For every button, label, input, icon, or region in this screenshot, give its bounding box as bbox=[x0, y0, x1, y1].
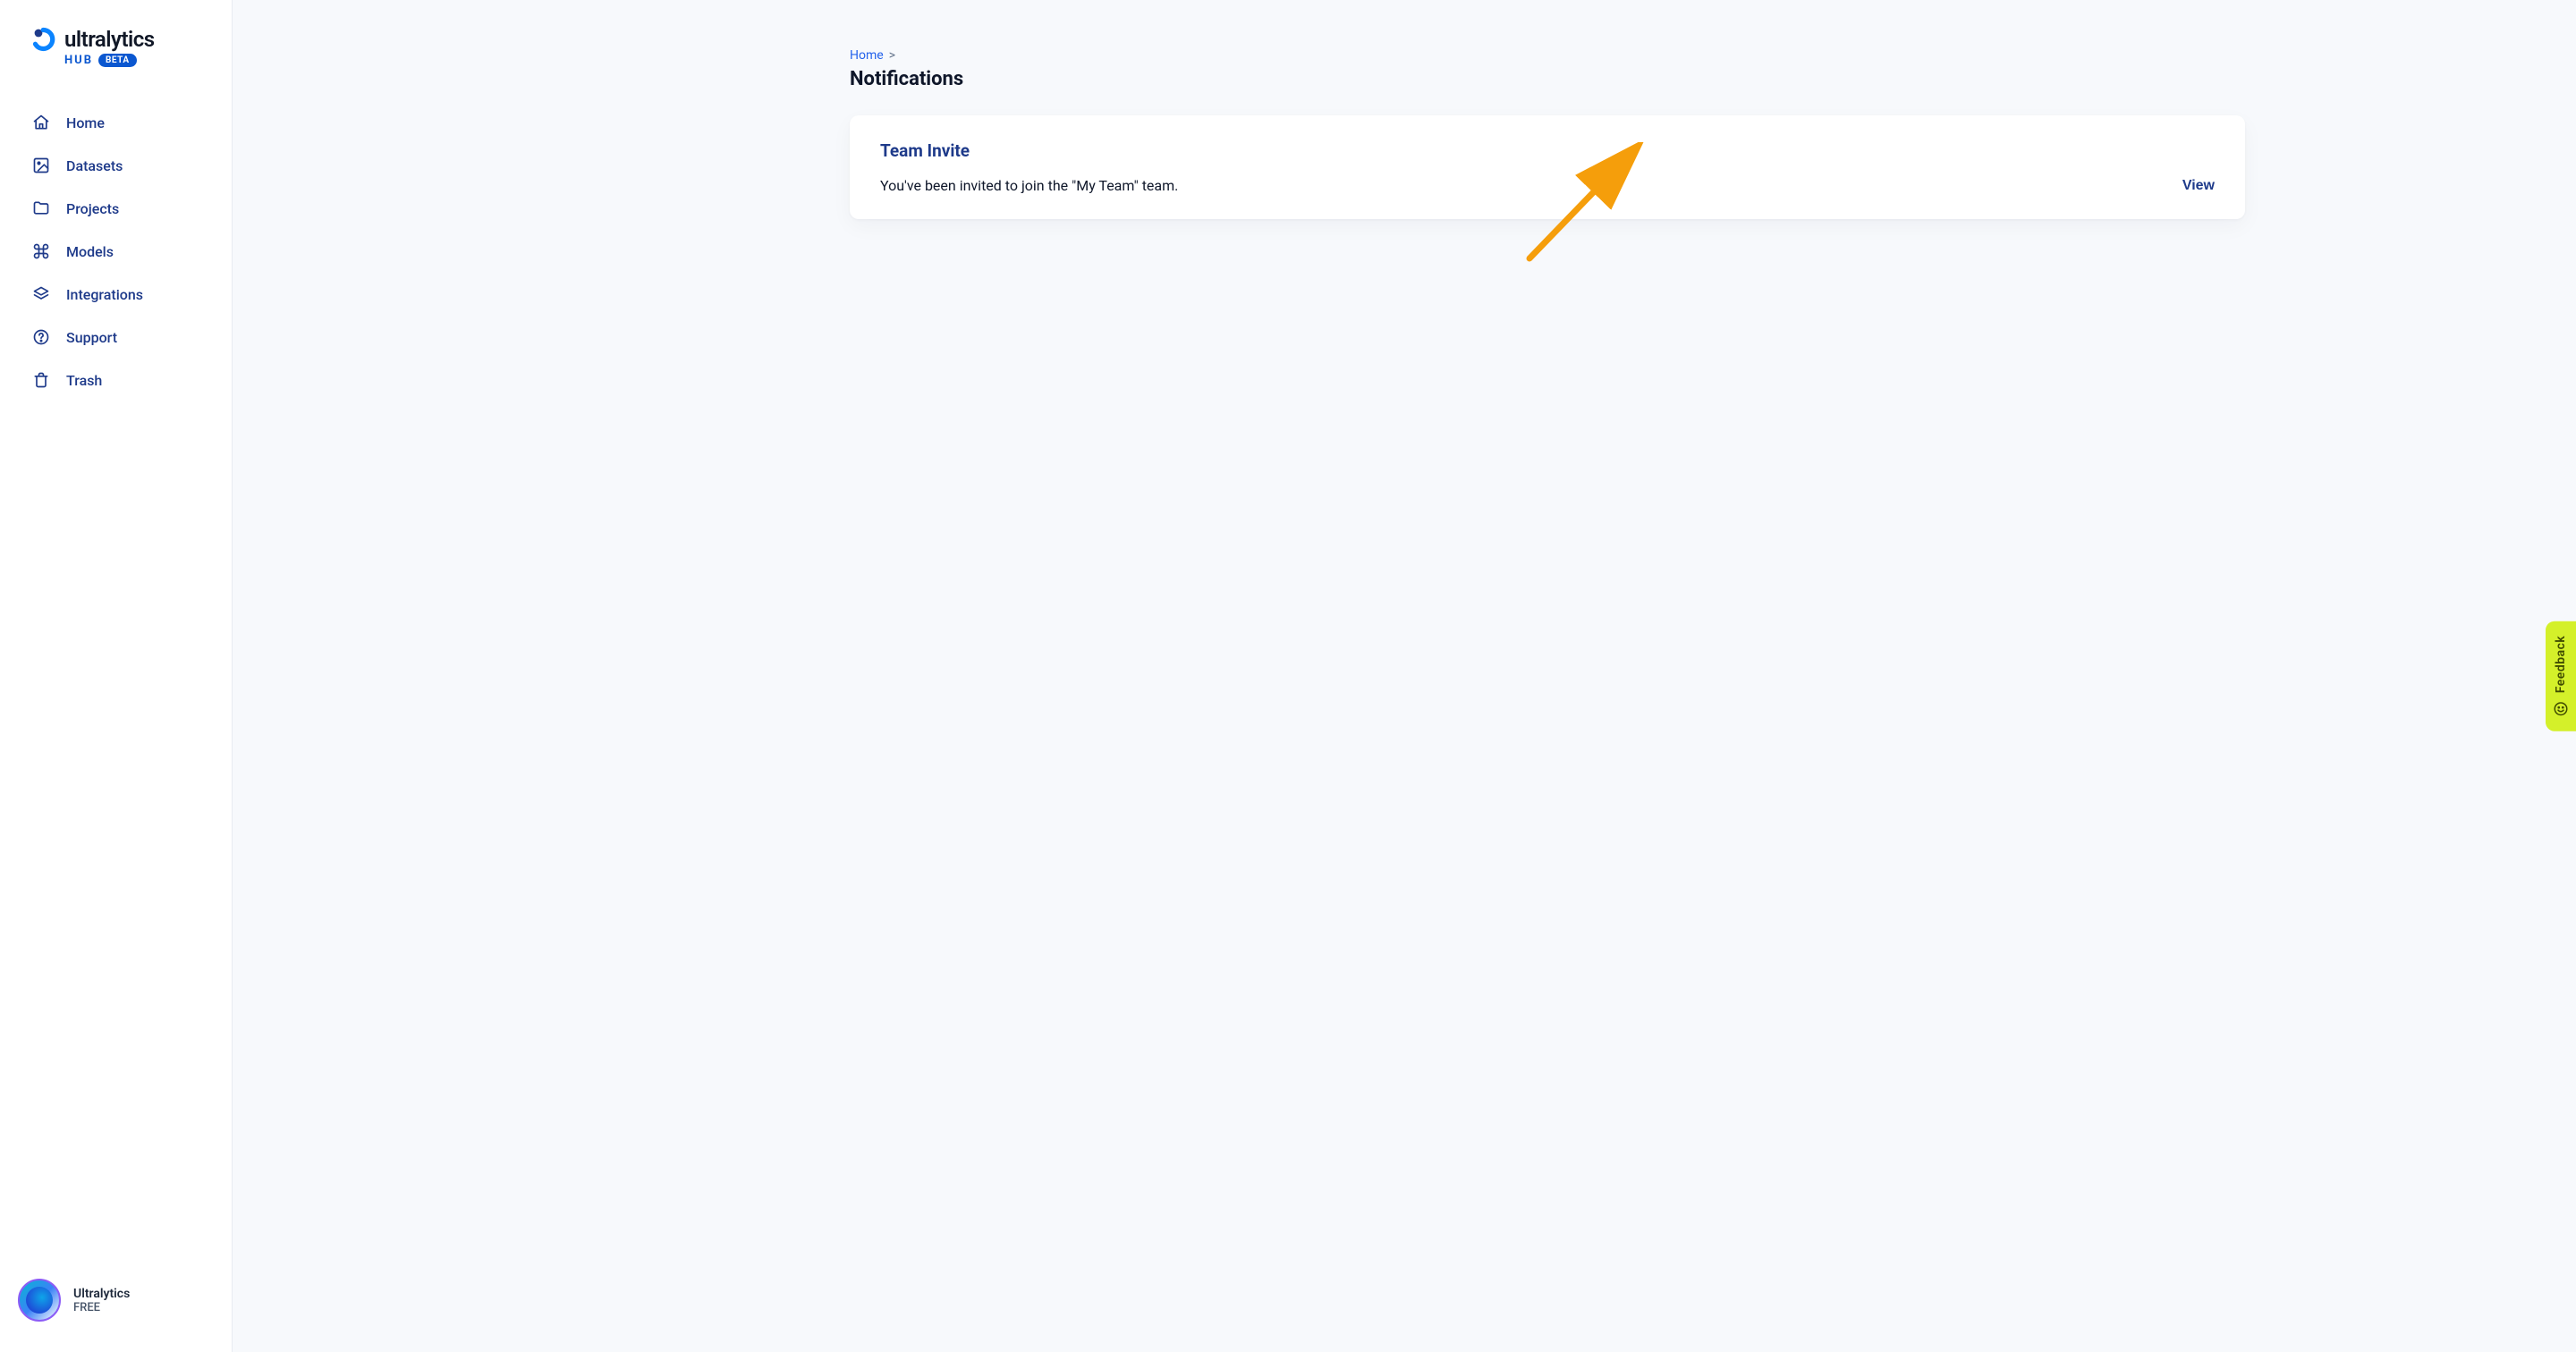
feedback-label: Feedback bbox=[2554, 636, 2568, 694]
page-title: Notifications bbox=[850, 68, 2245, 90]
notification-card: Team Invite You've been invited to join … bbox=[850, 115, 2245, 219]
sidebar: ultralytics HUB BETA Home Datasets Proje… bbox=[0, 0, 233, 1352]
sidebar-item-models[interactable]: Models bbox=[18, 230, 214, 273]
main: Home > Notifications Team Invite You've … bbox=[233, 0, 2576, 1352]
notification-body: You've been invited to join the "My Team… bbox=[880, 177, 1178, 194]
sidebar-item-label: Models bbox=[66, 243, 114, 260]
user-name: Ultralytics bbox=[73, 1287, 130, 1301]
command-icon bbox=[32, 242, 50, 260]
logo-hub-text: HUB bbox=[64, 54, 93, 67]
feedback-tab[interactable]: Feedback bbox=[2546, 621, 2576, 731]
image-icon bbox=[32, 156, 50, 174]
sidebar-item-datasets[interactable]: Datasets bbox=[18, 144, 214, 187]
logo-icon bbox=[32, 27, 57, 52]
sidebar-user[interactable]: Ultralytics FREE bbox=[0, 1266, 232, 1334]
view-button[interactable]: View bbox=[2182, 178, 2215, 194]
folder-icon bbox=[32, 199, 50, 217]
breadcrumb-separator: > bbox=[889, 48, 895, 63]
beta-badge: BETA bbox=[98, 54, 137, 67]
sidebar-item-home[interactable]: Home bbox=[18, 101, 214, 144]
breadcrumb-home[interactable]: Home bbox=[850, 48, 884, 63]
annotation-arrow-icon bbox=[1512, 142, 1655, 267]
logo-block[interactable]: ultralytics HUB BETA bbox=[0, 27, 232, 92]
trash-icon bbox=[32, 371, 50, 389]
notification-title: Team Invite bbox=[880, 140, 2215, 161]
user-plan: FREE bbox=[73, 1301, 130, 1314]
sidebar-item-label: Projects bbox=[66, 200, 119, 217]
logo-text: ultralytics bbox=[64, 27, 155, 52]
help-icon bbox=[32, 328, 50, 346]
sidebar-item-support[interactable]: Support bbox=[18, 316, 214, 359]
smile-icon bbox=[2553, 700, 2569, 716]
sidebar-item-projects[interactable]: Projects bbox=[18, 187, 214, 230]
sidebar-item-label: Support bbox=[66, 329, 117, 346]
sidebar-item-label: Trash bbox=[66, 372, 102, 389]
breadcrumb: Home > bbox=[850, 48, 2245, 63]
avatar bbox=[18, 1279, 61, 1322]
sidebar-item-label: Home bbox=[66, 114, 105, 131]
sidebar-nav: Home Datasets Projects Models Integratio… bbox=[0, 92, 232, 1266]
sidebar-item-integrations[interactable]: Integrations bbox=[18, 273, 214, 316]
home-icon bbox=[32, 114, 50, 131]
sidebar-item-label: Datasets bbox=[66, 157, 123, 174]
sidebar-item-label: Integrations bbox=[66, 286, 143, 303]
sidebar-item-trash[interactable]: Trash bbox=[18, 359, 214, 401]
layers-icon bbox=[32, 285, 50, 303]
